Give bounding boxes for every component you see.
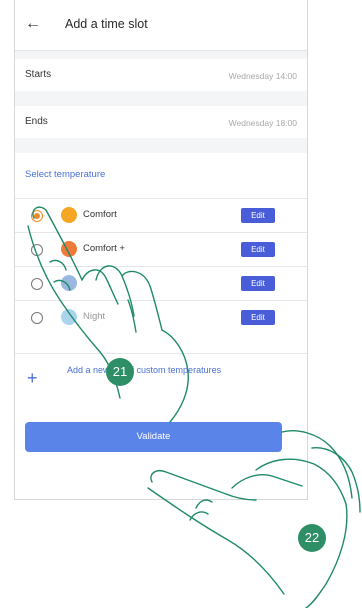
starts-row[interactable]: Starts Wednesday 14:00: [15, 59, 307, 91]
section-title: Select temperature: [25, 169, 106, 180]
step-badge: 22: [298, 524, 326, 552]
edit-button[interactable]: Edit: [241, 242, 275, 257]
edit-button[interactable]: Edit: [241, 310, 275, 325]
ends-label: Ends: [25, 116, 48, 127]
step-badge: 21: [106, 358, 134, 386]
edit-button[interactable]: Edit: [241, 276, 275, 291]
temperature-name: Night: [83, 311, 106, 322]
radio-unselected[interactable]: [31, 312, 43, 324]
night-icon: [61, 309, 77, 325]
plus-icon: +: [27, 368, 38, 388]
divider: [15, 91, 307, 106]
temperature-item-night[interactable]: Night Edit: [15, 300, 307, 335]
add-custom-temperatures[interactable]: + Add a new set of custom temperatures: [15, 353, 307, 412]
edit-button[interactable]: Edit: [241, 208, 275, 223]
temperature-name: Comfort: [83, 209, 117, 220]
arrow-left-icon[interactable]: ←: [25, 13, 47, 35]
starts-label: Starts: [25, 69, 52, 80]
phone-screen: ← Add a time slot Starts Wednesday 14:00…: [14, 0, 308, 500]
validate-button[interactable]: Validate: [25, 422, 282, 452]
ends-row[interactable]: Ends Wednesday 18:00: [15, 106, 307, 138]
ends-value: Wednesday 18:00: [228, 118, 297, 128]
page-title: Add a time slot: [65, 17, 148, 31]
divider: [15, 51, 307, 59]
radio-selected[interactable]: [31, 210, 43, 222]
comfort-icon: [61, 207, 77, 223]
app-header: ← Add a time slot: [15, 0, 307, 51]
radio-unselected[interactable]: [31, 278, 43, 290]
add-custom-label: Add a new set of custom temperatures: [67, 365, 222, 375]
divider: [15, 138, 307, 153]
temperature-item-comfort[interactable]: Comfort Edit: [15, 198, 307, 233]
temperature-item-3[interactable]: Edit: [15, 266, 307, 301]
temperature-icon: [61, 275, 77, 291]
starts-value: Wednesday 14:00: [228, 71, 297, 81]
temperature-item-comfort-plus[interactable]: Comfort + Edit: [15, 232, 307, 267]
comfort-plus-icon: [61, 241, 77, 257]
temperature-name: Comfort +: [83, 243, 125, 254]
radio-unselected[interactable]: [31, 244, 43, 256]
